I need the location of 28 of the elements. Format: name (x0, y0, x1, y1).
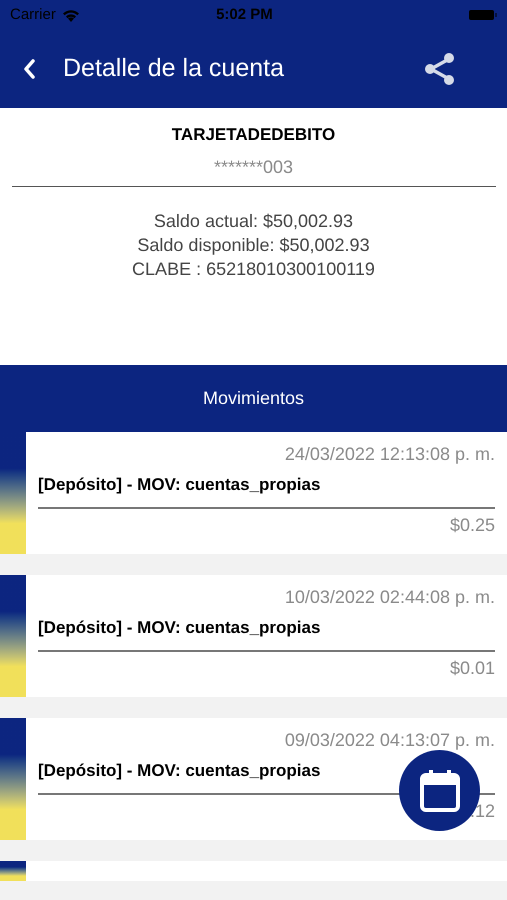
movement-description: [Depósito] - MOV: cuentas_propias (38, 474, 322, 496)
account-detail: CLABE : 65218010300100119 (132, 258, 375, 280)
movement-date: 09/03/2022 04:13:07 p. m. (284, 729, 495, 752)
account-number: *******003 (214, 156, 294, 178)
movement-card[interactable]: 24/03/2022 12:13:08 p. m. [Depósito] - MOV: cuentas_propias $0.25 (0, 432, 507, 554)
status-time: 5:02 PM (215, 4, 274, 25)
movement-amount: $0.25 (448, 514, 495, 537)
wifi-icon (62, 8, 80, 22)
movement-amount: $0.01 (448, 657, 495, 680)
battery-icon (469, 9, 497, 21)
movement-amount: .12 (468, 800, 495, 823)
movement-card[interactable]: 10/03/2022 02:44:08 p. m. [Depósito] - MOV: cuentas_propias $0.01 (0, 575, 507, 697)
account-detail: Saldo disponible: $50,002.93 (137, 234, 370, 256)
account-name: TARJETADEDEBITO (172, 124, 336, 146)
movement-date: 24/03/2022 12:13:08 p. m. (284, 443, 495, 466)
carrier-label: Carrier (10, 4, 56, 25)
section-title: Movimientos (202, 387, 304, 410)
movement-card[interactable]: 09/03/2022 04:13:07 p. m. [Depósito] - MOV: cuentas_propias .12 (0, 718, 507, 840)
screen-title: Detalle de la cuenta (63, 53, 285, 84)
movement-description: [Depósito] - MOV: cuentas_propias (38, 617, 322, 639)
calendar-icon[interactable] (418, 768, 460, 812)
back-icon[interactable] (22, 58, 36, 80)
movement-date: 10/03/2022 02:44:08 p. m. (284, 586, 495, 609)
share-button[interactable] (423, 52, 457, 86)
account-detail: Saldo actual: $50,002.93 (154, 210, 354, 232)
movement-card[interactable] (0, 861, 507, 881)
card-stripe (0, 861, 26, 881)
movement-description: [Depósito] - MOV: cuentas_propias (38, 760, 322, 782)
